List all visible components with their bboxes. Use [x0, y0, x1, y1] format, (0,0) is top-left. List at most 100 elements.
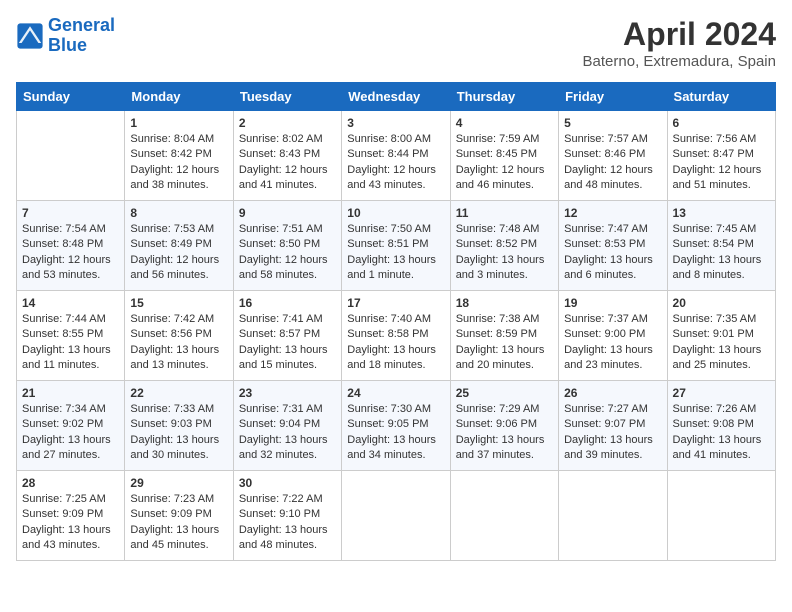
day-number: 17 — [347, 296, 444, 310]
logo: GeneralBlue — [16, 16, 115, 56]
week-row-4: 21 Sunrise: 7:34 AMSunset: 9:02 PMDayligh… — [17, 381, 776, 471]
calendar-cell: 22Sunrise: 7:33 AMSunset: 9:03 PMDayligh… — [125, 381, 233, 471]
cell-content: Sunrise: 7:56 AMSunset: 8:47 PMDaylight:… — [673, 132, 770, 194]
calendar-cell: 23 Sunrise: 7:31 AMSunset: 9:04 PMDayligh… — [233, 381, 341, 471]
day-number: 26 — [564, 386, 661, 400]
day-number: 29 — [130, 476, 227, 490]
calendar-cell: 6 Sunrise: 7:56 AMSunset: 8:47 PMDaylight… — [667, 111, 775, 201]
calendar-cell: 17 Sunrise: 7:40 AMSunset: 8:58 PMDayligh… — [342, 291, 450, 381]
header-day-wednesday: Wednesday — [342, 83, 450, 111]
header-day-saturday: Saturday — [667, 83, 775, 111]
day-number: 20 — [673, 296, 770, 310]
calendar-cell: 29Sunrise: 7:23 AMSunset: 9:09 PMDayligh… — [125, 471, 233, 561]
cell-content: Sunrise: 7:42 AMSunset: 8:56 PMDaylight:… — [130, 312, 227, 374]
calendar-cell — [17, 111, 125, 201]
day-number: 14 — [22, 296, 119, 310]
cell-content: Sunrise: 8:04 AMSunset: 8:42 PMDaylight:… — [130, 132, 227, 194]
month-title: April 2024 — [583, 16, 776, 53]
day-number: 2 — [239, 116, 336, 130]
day-number: 19 — [564, 296, 661, 310]
title-area: April 2024 Baterno, Extremadura, Spain — [583, 16, 776, 70]
calendar-cell: 12 Sunrise: 7:47 AMSunset: 8:53 PMDayligh… — [559, 201, 667, 291]
day-number: 6 — [673, 116, 770, 130]
cell-content: Sunrise: 8:00 AMSunset: 8:44 PMDaylight:… — [347, 132, 444, 194]
day-number: 7 — [22, 206, 119, 220]
day-number: 13 — [673, 206, 770, 220]
day-number: 16 — [239, 296, 336, 310]
header-row: SundayMondayTuesdayWednesdayThursdayFrid… — [17, 83, 776, 111]
cell-content: Sunrise: 7:27 AMSunset: 9:07 PMDaylight:… — [564, 402, 661, 464]
header-day-friday: Friday — [559, 83, 667, 111]
calendar-cell: 10 Sunrise: 7:50 AMSunset: 8:51 PMDayligh… — [342, 201, 450, 291]
header-day-tuesday: Tuesday — [233, 83, 341, 111]
cell-content: Sunrise: 7:34 AMSunset: 9:02 PMDaylight:… — [22, 402, 119, 464]
header-day-sunday: Sunday — [17, 83, 125, 111]
cell-content: Sunrise: 7:50 AMSunset: 8:51 PMDaylight:… — [347, 222, 444, 284]
calendar-cell: 28 Sunrise: 7:25 AMSunset: 9:09 PMDayligh… — [17, 471, 125, 561]
calendar-cell: 9Sunrise: 7:51 AMSunset: 8:50 PMDaylight… — [233, 201, 341, 291]
calendar-cell: 27 Sunrise: 7:26 AMSunset: 9:08 PMDayligh… — [667, 381, 775, 471]
logo-icon — [16, 22, 44, 50]
calendar-cell: 5 Sunrise: 7:57 AMSunset: 8:46 PMDaylight… — [559, 111, 667, 201]
day-number: 23 — [239, 386, 336, 400]
calendar-cell: 4Sunrise: 7:59 AMSunset: 8:45 PMDaylight… — [450, 111, 558, 201]
calendar-cell: 8Sunrise: 7:53 AMSunset: 8:49 PMDaylight… — [125, 201, 233, 291]
calendar-cell: 20 Sunrise: 7:35 AMSunset: 9:01 PMDayligh… — [667, 291, 775, 381]
calendar-cell — [450, 471, 558, 561]
day-number: 28 — [22, 476, 119, 490]
logo-text: GeneralBlue — [48, 16, 115, 56]
calendar-cell: 24 Sunrise: 7:30 AMSunset: 9:05 PMDayligh… — [342, 381, 450, 471]
day-number: 3 — [347, 116, 444, 130]
cell-content: Sunrise: 7:31 AMSunset: 9:04 PMDaylight:… — [239, 402, 336, 464]
day-number: 10 — [347, 206, 444, 220]
calendar-cell: 1Sunrise: 8:04 AMSunset: 8:42 PMDaylight… — [125, 111, 233, 201]
cell-content: Sunrise: 7:59 AMSunset: 8:45 PMDaylight:… — [456, 132, 553, 194]
calendar-cell: 2 Sunrise: 8:02 AMSunset: 8:43 PMDaylight… — [233, 111, 341, 201]
cell-content: Sunrise: 7:22 AMSunset: 9:10 PMDaylight:… — [239, 492, 336, 554]
cell-content: Sunrise: 7:40 AMSunset: 8:58 PMDaylight:… — [347, 312, 444, 374]
cell-content: Sunrise: 7:29 AMSunset: 9:06 PMDaylight:… — [456, 402, 553, 464]
calendar-cell: 7 Sunrise: 7:54 AMSunset: 8:48 PMDaylight… — [17, 201, 125, 291]
calendar-cell: 19Sunrise: 7:37 AMSunset: 9:00 PMDayligh… — [559, 291, 667, 381]
day-number: 11 — [456, 206, 553, 220]
calendar-cell: 15 Sunrise: 7:42 AMSunset: 8:56 PMDayligh… — [125, 291, 233, 381]
week-row-3: 14 Sunrise: 7:44 AMSunset: 8:55 PMDayligh… — [17, 291, 776, 381]
location-title: Baterno, Extremadura, Spain — [583, 53, 776, 70]
day-number: 12 — [564, 206, 661, 220]
calendar-table: SundayMondayTuesdayWednesdayThursdayFrid… — [16, 82, 776, 561]
day-number: 8 — [130, 206, 227, 220]
cell-content: Sunrise: 7:48 AMSunset: 8:52 PMDaylight:… — [456, 222, 553, 284]
cell-content: Sunrise: 7:35 AMSunset: 9:01 PMDaylight:… — [673, 312, 770, 374]
cell-content: Sunrise: 7:38 AMSunset: 8:59 PMDaylight:… — [456, 312, 553, 374]
cell-content: Sunrise: 8:02 AMSunset: 8:43 PMDaylight:… — [239, 132, 336, 194]
cell-content: Sunrise: 7:26 AMSunset: 9:08 PMDaylight:… — [673, 402, 770, 464]
week-row-2: 7 Sunrise: 7:54 AMSunset: 8:48 PMDaylight… — [17, 201, 776, 291]
header-day-monday: Monday — [125, 83, 233, 111]
calendar-cell: 21 Sunrise: 7:34 AMSunset: 9:02 PMDayligh… — [17, 381, 125, 471]
cell-content: Sunrise: 7:44 AMSunset: 8:55 PMDaylight:… — [22, 312, 119, 374]
day-number: 15 — [130, 296, 227, 310]
cell-content: Sunrise: 7:54 AMSunset: 8:48 PMDaylight:… — [22, 222, 119, 284]
calendar-cell: 13Sunrise: 7:45 AMSunset: 8:54 PMDayligh… — [667, 201, 775, 291]
day-number: 18 — [456, 296, 553, 310]
day-number: 30 — [239, 476, 336, 490]
day-number: 24 — [347, 386, 444, 400]
calendar-cell — [342, 471, 450, 561]
header: GeneralBlue April 2024 Baterno, Extremad… — [16, 16, 776, 70]
calendar-cell — [667, 471, 775, 561]
calendar-cell: 26 Sunrise: 7:27 AMSunset: 9:07 PMDayligh… — [559, 381, 667, 471]
cell-content: Sunrise: 7:30 AMSunset: 9:05 PMDaylight:… — [347, 402, 444, 464]
calendar-cell: 25 Sunrise: 7:29 AMSunset: 9:06 PMDayligh… — [450, 381, 558, 471]
cell-content: Sunrise: 7:57 AMSunset: 8:46 PMDaylight:… — [564, 132, 661, 194]
cell-content: Sunrise: 7:47 AMSunset: 8:53 PMDaylight:… — [564, 222, 661, 284]
cell-content: Sunrise: 7:25 AMSunset: 9:09 PMDaylight:… — [22, 492, 119, 554]
day-number: 5 — [564, 116, 661, 130]
cell-content: Sunrise: 7:33 AMSunset: 9:03 PMDaylight:… — [130, 402, 227, 464]
calendar-cell: 18 Sunrise: 7:38 AMSunset: 8:59 PMDayligh… — [450, 291, 558, 381]
day-number: 27 — [673, 386, 770, 400]
day-number: 21 — [22, 386, 119, 400]
calendar-cell: 3 Sunrise: 8:00 AMSunset: 8:44 PMDaylight… — [342, 111, 450, 201]
week-row-1: 1Sunrise: 8:04 AMSunset: 8:42 PMDaylight… — [17, 111, 776, 201]
day-number: 25 — [456, 386, 553, 400]
calendar-cell: 14 Sunrise: 7:44 AMSunset: 8:55 PMDayligh… — [17, 291, 125, 381]
